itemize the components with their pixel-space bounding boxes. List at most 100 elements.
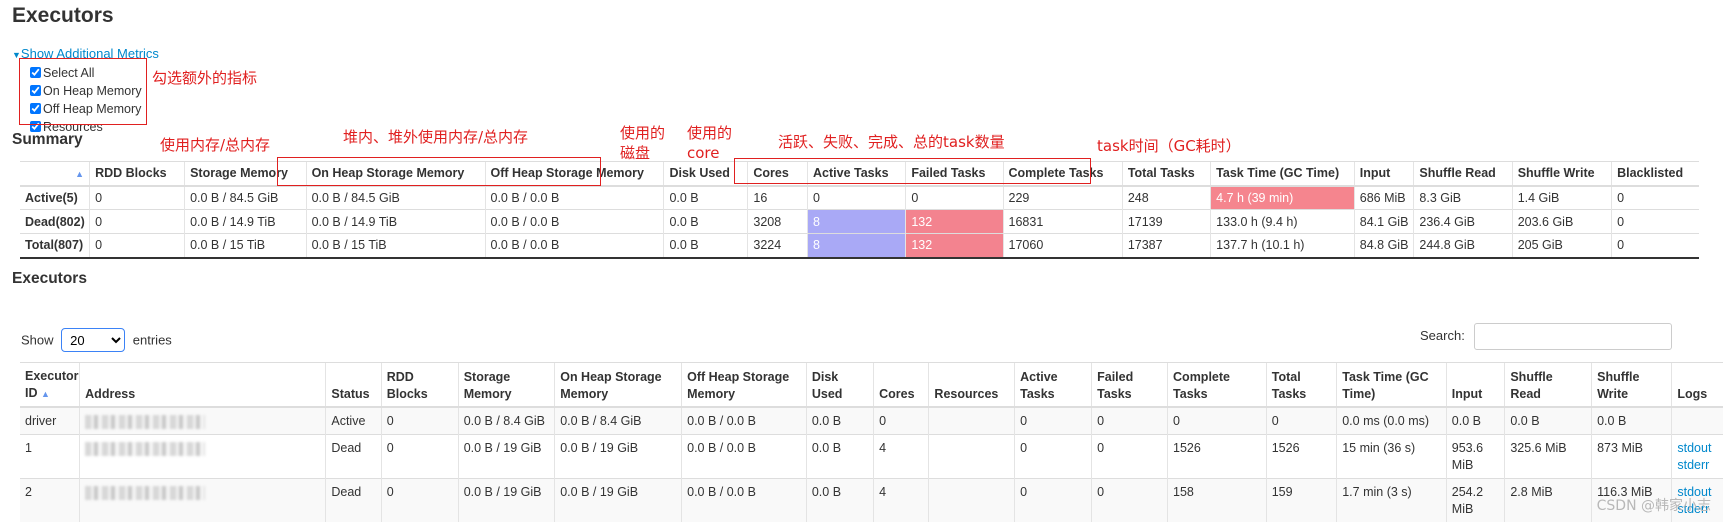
summary-cell: 3224 [747, 233, 808, 259]
sort-ascending-icon: ▲ [75, 169, 85, 180]
executor-cell: 1526 [1265, 433, 1337, 478]
summary-header-rdd-blocks[interactable]: RDD Blocks [89, 161, 185, 187]
summary-cell: 8.3 GiB [1413, 185, 1513, 210]
summary-cell: 248 [1121, 185, 1211, 210]
executor-cell: 15 min (36 s) [1336, 433, 1447, 478]
executors-header-off-heap-storage-memory[interactable]: Off Heap Storage Memory [681, 362, 807, 408]
executor-cell: 0.0 B [1504, 406, 1592, 434]
annotation-task-time: task时间（GC耗时） [1097, 137, 1241, 155]
executors-header-label: Address [85, 386, 136, 401]
summary-cell: 0.0 B / 84.5 GiB [305, 185, 485, 210]
summary-header-total-tasks[interactable]: Total Tasks [1121, 161, 1211, 187]
executors-header-cores[interactable]: Cores [873, 362, 929, 408]
executor-cell: 0.0 B [1445, 406, 1505, 434]
summary-cell: 0 [89, 209, 185, 234]
executor-cell: 0.0 ms (0.0 ms) [1336, 406, 1447, 434]
executor-cell: 953.6 MiB [1445, 433, 1505, 478]
summary-cell: 0 [89, 185, 185, 210]
executors-header-storage-memory[interactable]: Storage Memory [457, 362, 555, 408]
summary-header-label: Shuffle Read [1419, 166, 1496, 181]
executors-header-executor-id[interactable]: Executor ID ▲ [20, 362, 80, 408]
executor-cell: Active [325, 406, 382, 434]
executor-cell: 4 [873, 477, 929, 522]
sort-ascending-icon: ▲ [40, 388, 50, 399]
executors-section-title: Executors [12, 270, 87, 287]
executors-header-on-heap-storage-memory[interactable]: On Heap Storage Memory [554, 362, 682, 408]
page-size-select[interactable]: 20 [61, 328, 126, 352]
summary-header-task-time-gc-time[interactable]: Task Time (GC Time) [1210, 161, 1355, 187]
summary-cell: 0 [905, 185, 1004, 210]
executor-row: driver Active 0 0.0 B / 8.4 GiB 0.0 B / 8.4 … [20, 406, 1723, 434]
summary-cell: 0 [1611, 209, 1699, 234]
executors-header-status[interactable]: Status [325, 362, 382, 408]
summary-cell: 0 [1611, 185, 1699, 210]
summary-cell: Active(5) [20, 185, 90, 210]
executor-cell: 2.8 MiB [1504, 477, 1592, 522]
executors-header-rdd-blocks[interactable]: RDD Blocks [380, 362, 459, 408]
executors-header-logs[interactable]: Logs [1671, 362, 1723, 408]
executor-cell: Dead [325, 477, 382, 522]
summary-header-label: Task Time (GC Time) [1216, 166, 1340, 181]
executors-header-label: Task Time (GC Time) [1342, 369, 1429, 401]
executor-cell: 4 [873, 433, 929, 478]
executor-cell: 0 [1014, 433, 1092, 478]
executors-header-resources[interactable]: Resources [928, 362, 1015, 408]
executor-cell: 0 [1167, 406, 1267, 434]
executors-header-label: Total Tasks [1271, 369, 1307, 401]
executor-cell: 0 [380, 406, 459, 434]
executor-cell: 0 [1091, 406, 1168, 434]
summary-cell: 0.0 B / 14.9 TiB [305, 209, 485, 234]
executor-cell: 0.0 B / 19 GiB [457, 433, 555, 478]
summary-header-label[interactable]: ▲ [20, 161, 90, 187]
log-link-stdout[interactable]: stdout [1677, 440, 1718, 457]
executors-header-label: Disk Used [811, 369, 843, 401]
executor-address-redacted [79, 477, 326, 522]
executor-address-redacted [79, 406, 326, 434]
summary-cell: 0.0 B / 84.5 GiB [184, 185, 307, 210]
summary-cell: 17060 [1002, 233, 1123, 259]
executor-cell: 0.0 B / 19 GiB [554, 433, 682, 478]
summary-cell: 686 MiB [1353, 185, 1414, 210]
annotation-metrics: 勾选额外的指标 [152, 69, 258, 87]
executors-header-label: Input [1451, 386, 1483, 401]
executors-header-active-tasks[interactable]: Active Tasks [1014, 362, 1092, 408]
executors-header-failed-tasks[interactable]: Failed Tasks [1091, 362, 1168, 408]
executors-header-address[interactable]: Address [79, 362, 326, 408]
summary-cell: 1.4 GiB [1511, 185, 1612, 210]
executors-header-total-tasks[interactable]: Total Tasks [1265, 362, 1337, 408]
redacted-address-image [85, 414, 206, 429]
executors-header-label: Resources [934, 386, 999, 401]
executor-cell: 0 [380, 477, 459, 522]
executors-header-task-time-gc-time[interactable]: Task Time (GC Time) [1336, 362, 1447, 408]
executor-cell: 0.0 B / 8.4 GiB [457, 406, 555, 434]
executors-header-shuffle-write[interactable]: Shuffle Write [1591, 362, 1672, 408]
executors-header-shuffle-read[interactable]: Shuffle Read [1504, 362, 1592, 408]
executors-header-input[interactable]: Input [1445, 362, 1505, 408]
search-input[interactable] [1474, 323, 1673, 350]
annotation-box-tasks [734, 158, 1091, 184]
summary-cell: 0.0 B / 0.0 B [484, 233, 664, 259]
executors-header-complete-tasks[interactable]: Complete Tasks [1167, 362, 1267, 408]
log-link-stderr[interactable]: stderr [1677, 457, 1718, 474]
summary-cell: 203.6 GiB [1511, 209, 1612, 234]
summary-header-input[interactable]: Input [1353, 161, 1414, 187]
executor-cell: 0.0 B [805, 433, 874, 478]
executor-cell: 2 [20, 477, 80, 522]
executors-header-label: Shuffle Write [1597, 369, 1640, 401]
summary-header-shuffle-read[interactable]: Shuffle Read [1413, 161, 1513, 187]
summary-cell: 0.0 B [663, 233, 748, 259]
summary-header-blacklisted[interactable]: Blacklisted [1611, 161, 1699, 187]
summary-header-shuffle-write[interactable]: Shuffle Write [1511, 161, 1612, 187]
summary-header-label: Blacklisted [1617, 166, 1684, 181]
executors-header-label: RDD Blocks [386, 369, 428, 401]
executors-header-disk-used[interactable]: Disk Used [805, 362, 874, 408]
summary-cell: 17139 [1121, 209, 1211, 234]
executor-cell: 0.0 B / 8.4 GiB [554, 406, 682, 434]
summary-cell: 205 GiB [1511, 233, 1612, 259]
annotation-box-heap-memory [277, 157, 601, 186]
summary-cell: 132 [905, 209, 1004, 234]
summary-cell: 3208 [747, 209, 808, 234]
annotation-storage-memory: 使用内存/总内存 [160, 136, 271, 154]
summary-cell: 84.1 GiB [1353, 209, 1414, 234]
annotation-heap-memory: 堆内、堆外使用内存/总内存 [343, 128, 529, 146]
